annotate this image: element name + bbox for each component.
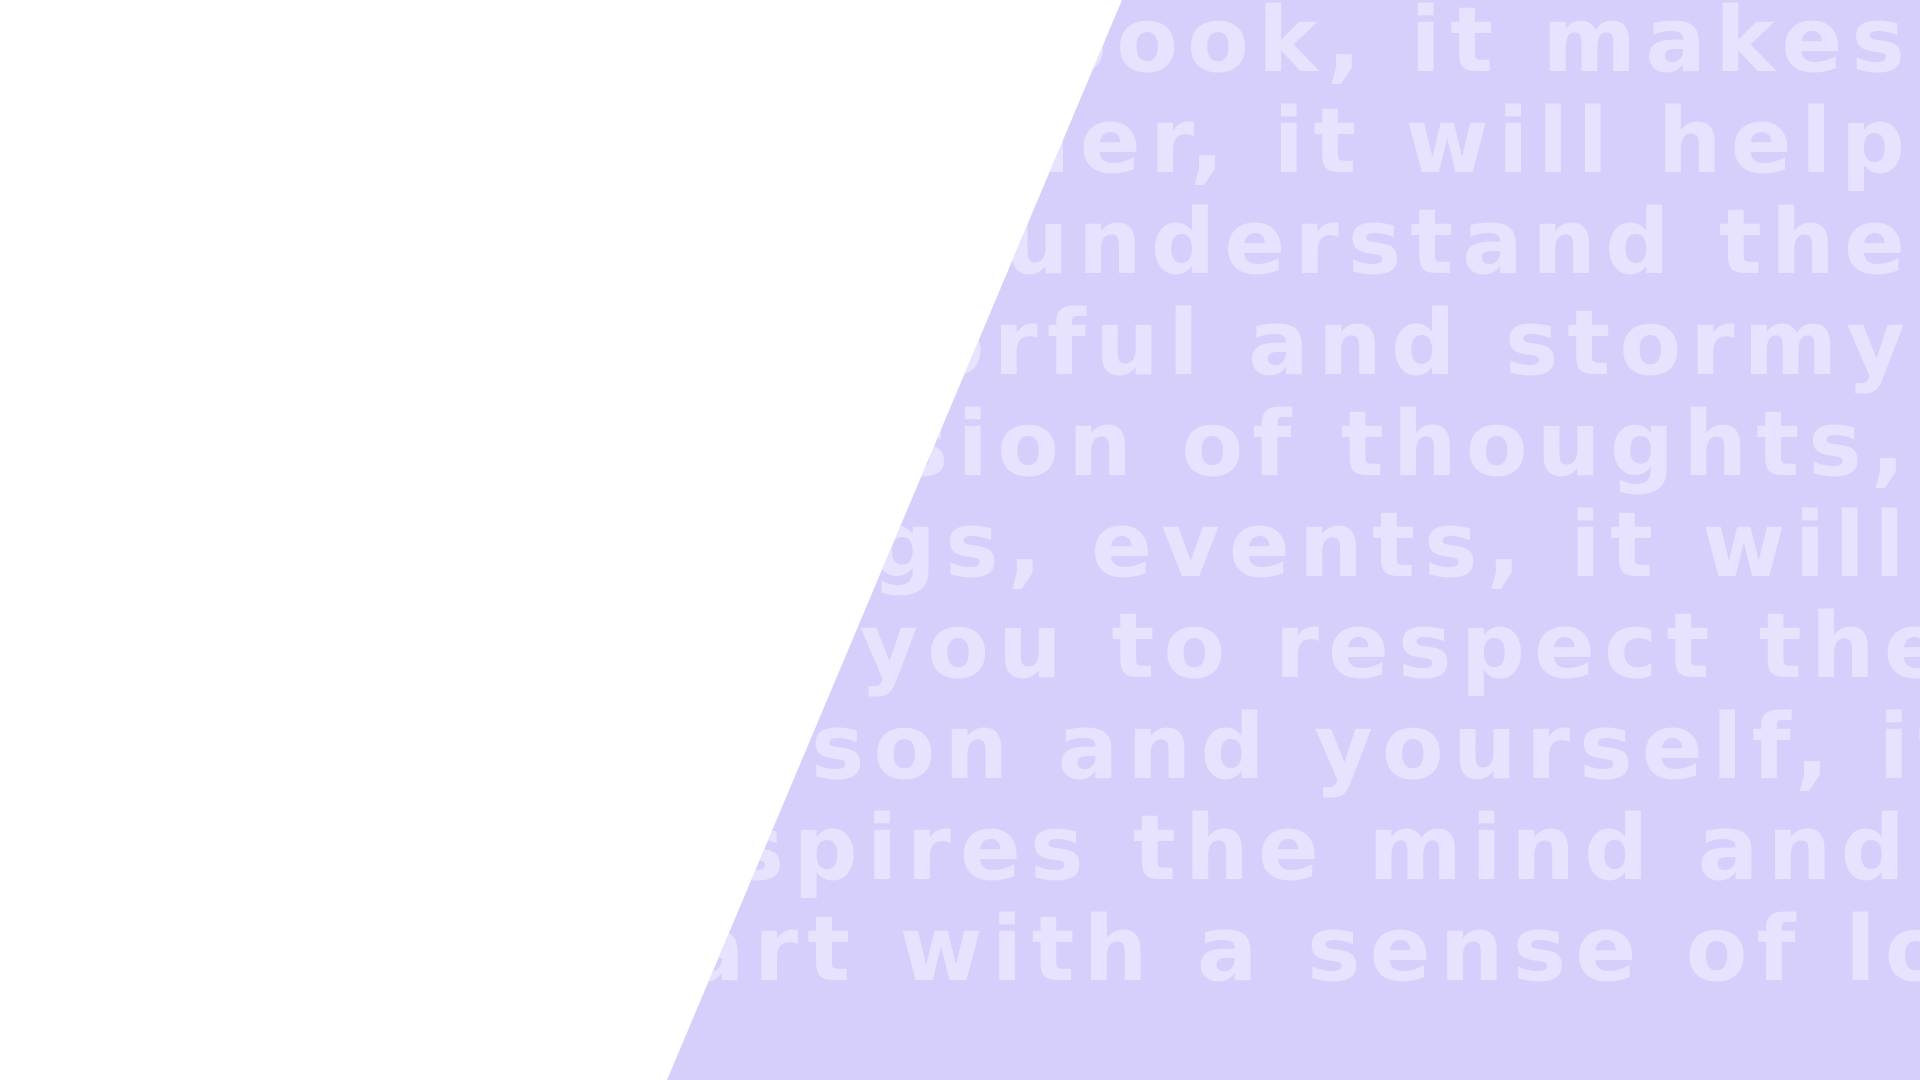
quote-line: easier, it will help [837, 89, 1914, 194]
slide-canvas: e book, it makes easier, it will help to… [0, 0, 1920, 1080]
quote-line: elings, events, it will [648, 493, 1914, 598]
quote-line: ach you to respect the [614, 594, 1920, 699]
quote-line: to understand the [841, 190, 1914, 295]
quote-line: nfusion of thoughts, [700, 392, 1914, 497]
quote-line: e book, it makes [932, 0, 1914, 93]
background-quote-text: e book, it makes easier, it will help to… [614, 0, 1920, 1006]
quote-line: eart with a sense of love [614, 897, 1920, 1002]
lavender-diagonal-panel: e book, it makes easier, it will help to… [614, 0, 1920, 1080]
quote-line: colorful and stormy [749, 291, 1914, 396]
quote-line: person and yourself, it [614, 695, 1920, 800]
quote-line: inspires the mind and [617, 796, 1914, 901]
